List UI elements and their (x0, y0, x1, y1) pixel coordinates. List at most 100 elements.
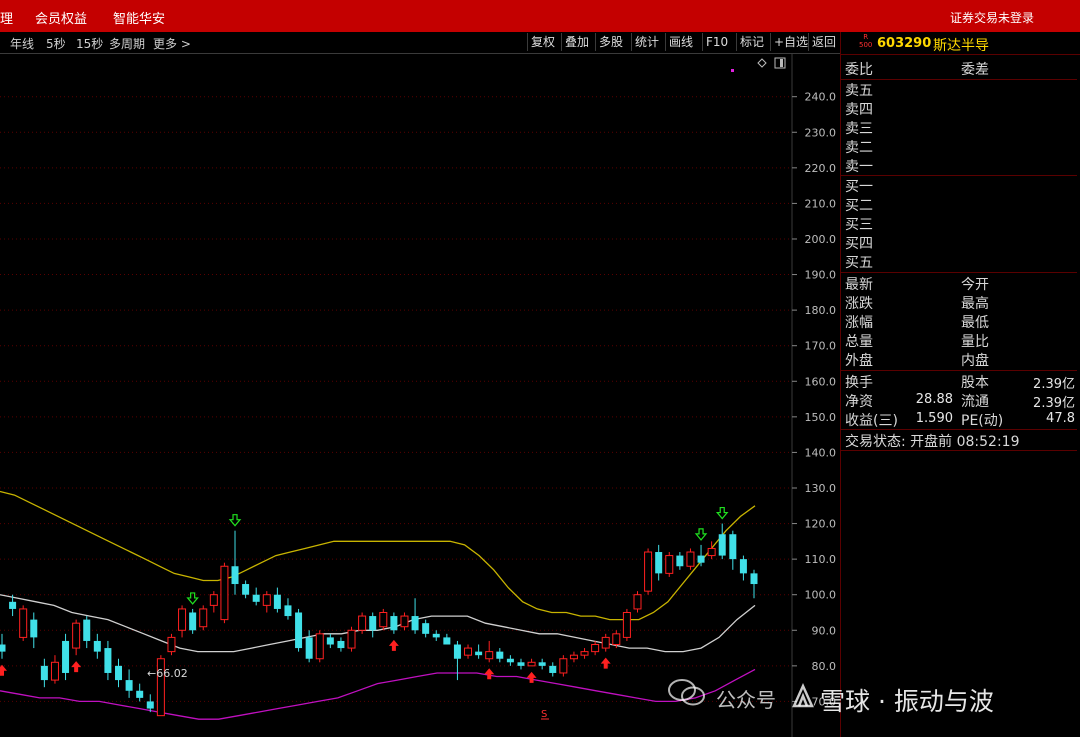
volume-ratio-label: 量比 (961, 334, 989, 350)
menu-item-member-benefits[interactable]: 会员权益 (35, 8, 87, 27)
candle-up (464, 647, 473, 656)
login-status[interactable]: 证券交易未登录 (950, 9, 1034, 26)
sell-4-label: 卖四 (845, 102, 873, 118)
outer-label: 外盘 (845, 353, 873, 369)
candle-down (750, 573, 758, 585)
stats-button[interactable]: 统计 (631, 33, 662, 51)
candle-down (83, 619, 91, 641)
xueqiu-logo-icon (792, 682, 814, 708)
y-tick-label: 110.0 (805, 553, 837, 566)
candle-down (295, 612, 303, 649)
middle-band-line (0, 594, 756, 653)
candle-down (739, 559, 747, 574)
multi-stock-button[interactable]: 多股 (595, 33, 626, 51)
sell-arrow-icon (228, 514, 242, 527)
candle-up (209, 594, 218, 606)
eps-label: 收益(三) (845, 413, 898, 429)
candle-up (220, 565, 229, 621)
candle-down (115, 665, 123, 681)
candle-up (485, 651, 494, 660)
stock-header[interactable]: R 500 603290 斯达半导 (841, 32, 1080, 55)
latest-label: 最新 (845, 277, 873, 293)
buy-arrow-icon (526, 671, 537, 683)
candle-up (379, 611, 388, 628)
period-multi[interactable]: 多周期 (109, 35, 145, 52)
candle-up (50, 661, 59, 681)
candle-up (19, 608, 28, 638)
index-badge: R 500 (859, 33, 873, 49)
pe-value: 47.8 (1046, 411, 1075, 426)
low-label: 最低 (961, 315, 989, 331)
y-tick-label: 80.0 (812, 660, 837, 673)
cursor-dot (731, 69, 734, 72)
candle-down (136, 690, 144, 698)
candle-down (496, 651, 504, 659)
top-menu-bar: 理 会员权益 智能华安 证券交易未登录 (0, 0, 1080, 32)
period-year[interactable]: 年线 (10, 35, 34, 52)
candle-up (591, 644, 600, 653)
period-more[interactable]: 更多 > (153, 35, 191, 52)
period-5s[interactable]: 5秒 (46, 35, 66, 52)
y-tick-label: 130.0 (805, 482, 837, 495)
y-tick-label: 120.0 (805, 518, 837, 531)
candle-down (655, 552, 663, 574)
sell-arrow-icon (694, 528, 708, 541)
add-watchlist-button[interactable]: +自选 (770, 33, 811, 51)
y-tick-label: 140.0 (805, 446, 837, 459)
candle-up (199, 608, 208, 628)
watermark-xueqiu: 雪球 · 振动与波 (820, 687, 994, 716)
candle-down (676, 555, 684, 567)
wechat-icon (668, 679, 705, 706)
float-value: 2.39亿 (1033, 396, 1075, 411)
candle-down (9, 601, 17, 609)
candle-down (411, 616, 419, 631)
buy-1-label: 买一 (845, 179, 873, 195)
candle-up (358, 615, 367, 631)
diamond-icon[interactable] (757, 58, 767, 68)
period-15s[interactable]: 15秒 (76, 35, 103, 52)
chart-control-icons[interactable] (731, 57, 786, 72)
candle-down (422, 623, 430, 634)
adjust-button[interactable]: 复权 (527, 33, 558, 51)
candle-up (178, 608, 187, 631)
candle-down (369, 616, 377, 631)
candle-up (622, 611, 631, 638)
upper-band-line (0, 490, 756, 621)
candle-down (506, 658, 514, 663)
y-tick-label: 240.0 (805, 91, 837, 104)
high-label: 最高 (961, 296, 989, 312)
lower-band-line (0, 668, 756, 720)
candle-down (125, 680, 133, 691)
candle-down (432, 633, 440, 638)
chart-toolbar: 年线 5秒 15秒 多周期 更多 > 复权 叠加 多股 统计 画线 F10 标记… (0, 32, 840, 54)
f10-button[interactable]: F10 (702, 33, 731, 51)
candle-up (400, 615, 409, 628)
shares-value: 2.39亿 (1033, 377, 1075, 392)
candle-down (104, 648, 112, 673)
back-button[interactable]: 返回 (808, 33, 839, 51)
candle-up (665, 555, 674, 574)
net-asset-label: 净资 (845, 394, 873, 410)
candle-down (62, 640, 70, 673)
candle-down (231, 566, 239, 585)
window-icon-bar (780, 59, 783, 67)
buy-5-label: 买五 (845, 255, 873, 271)
sell-3-label: 卖三 (845, 121, 873, 137)
menu-item-smart-huaan[interactable]: 智能华安 (113, 8, 165, 27)
volume-label: 总量 (845, 334, 873, 350)
y-tick-label: 230.0 (805, 126, 837, 139)
draw-line-button[interactable]: 画线 (665, 33, 696, 51)
divider (841, 79, 1077, 80)
menu-item-truncated[interactable]: 理 (0, 8, 13, 27)
turnover-label: 换手 (845, 375, 873, 391)
y-tick-label: 220.0 (805, 162, 837, 175)
candle-down (252, 594, 260, 602)
candle-down (242, 584, 250, 595)
overlay-button[interactable]: 叠加 (561, 33, 592, 51)
order-ratio-label: 委比 (845, 62, 873, 78)
candle-down (40, 665, 48, 681)
mark-button[interactable]: 标记 (736, 33, 767, 51)
kline-chart[interactable]: 70.080.090.0100.0110.0120.0130.0140.0150… (0, 54, 840, 737)
candle-down (30, 619, 38, 638)
y-tick-label: 160.0 (805, 375, 837, 388)
